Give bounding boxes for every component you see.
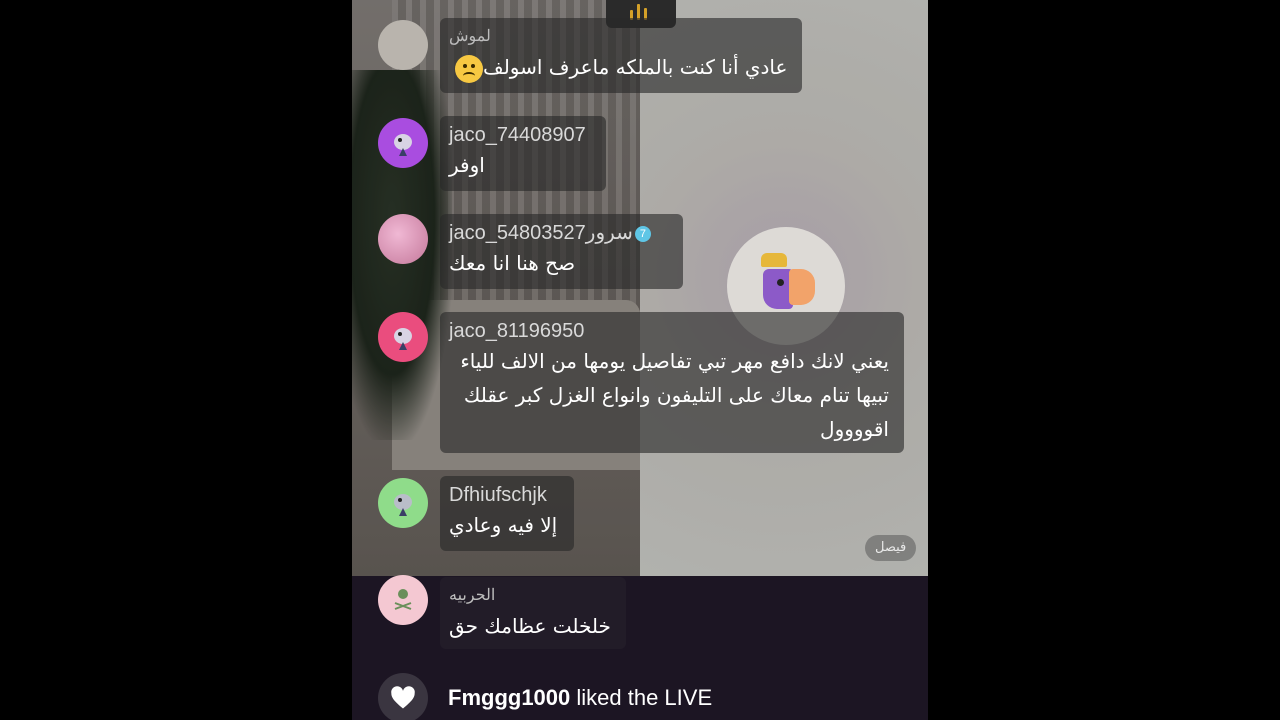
- comment-username: Dfhiufschjk: [449, 484, 547, 506]
- comment-message: صح هنا انا معك: [449, 251, 576, 275]
- comment-username: jaco_74408907: [449, 124, 586, 146]
- comment-username: jaco_81196950: [449, 320, 585, 342]
- comment-item: jaco_81196950 يعني لانك دافع مهر تبي تفا…: [352, 312, 928, 457]
- comment-username: لموش: [449, 28, 491, 45]
- comment-text: عادي أنا كنت بالملكه ماعرف اسولف: [483, 55, 788, 79]
- level-badge: 7: [634, 225, 652, 242]
- comment-item: الحربيه خلخلت عظامك حق: [352, 575, 928, 655]
- comment-message: عادي أنا كنت بالملكه ماعرف اسولف: [449, 50, 793, 84]
- comment-message: يعني لانك دافع مهر تبي تفاصيل يومها من ا…: [460, 349, 889, 441]
- like-avatar: [378, 673, 428, 720]
- comment-bubble: لموش عادي أنا كنت بالملكه ماعرف اسولف: [440, 18, 802, 93]
- comment-message: اوفر: [449, 153, 485, 177]
- like-text: liked the LIVE: [570, 685, 713, 710]
- comment-item: jaco_54803527سرور 7 صح هنا انا معك: [352, 214, 928, 294]
- comment-item: Dfhiufschjk إلا فيه وعادي: [352, 476, 928, 556]
- live-stream-view: فيصل لموش عادي أنا كنت بالملكه ماعرف اسو…: [352, 0, 928, 720]
- bird-icon: [394, 328, 412, 350]
- sad-face-icon: [455, 54, 483, 83]
- comment-message: خلخلت عظامك حق: [449, 614, 611, 638]
- avatar[interactable]: [378, 312, 428, 362]
- avatar[interactable]: [378, 118, 428, 168]
- avatar[interactable]: [378, 214, 428, 264]
- comment-item: لموش عادي أنا كنت بالملكه ماعرف اسولف: [352, 18, 928, 98]
- comment-username: الحربيه: [449, 587, 496, 604]
- bird-icon: [394, 494, 412, 516]
- heart-icon: [391, 686, 415, 709]
- like-username: Fmggg1000: [448, 685, 571, 710]
- avatar[interactable]: [378, 20, 428, 70]
- comment-bubble: jaco_74408907 اوفر: [440, 116, 606, 191]
- avatar[interactable]: [378, 478, 428, 528]
- comment-bubble: الحربيه خلخلت عظامك حق: [440, 577, 626, 649]
- comment-item: jaco_74408907 اوفر: [352, 116, 928, 196]
- comment-bubble: jaco_54803527سرور 7 صح هنا انا معك: [440, 214, 683, 289]
- bird-icon: [394, 134, 412, 156]
- emblem-icon: [394, 589, 412, 610]
- like-message: Fmggg1000 liked the LIVE: [448, 685, 712, 711]
- comment-message: إلا فيه وعادي: [449, 513, 558, 537]
- comment-bubble: Dfhiufschjk إلا فيه وعادي: [440, 476, 574, 551]
- avatar[interactable]: [378, 575, 428, 625]
- comment-username: jaco_54803527سرور 7: [449, 220, 674, 246]
- comment-bubble: jaco_81196950 يعني لانك دافع مهر تبي تفا…: [440, 312, 904, 453]
- comment-username-text: jaco_54803527سرور: [449, 222, 633, 244]
